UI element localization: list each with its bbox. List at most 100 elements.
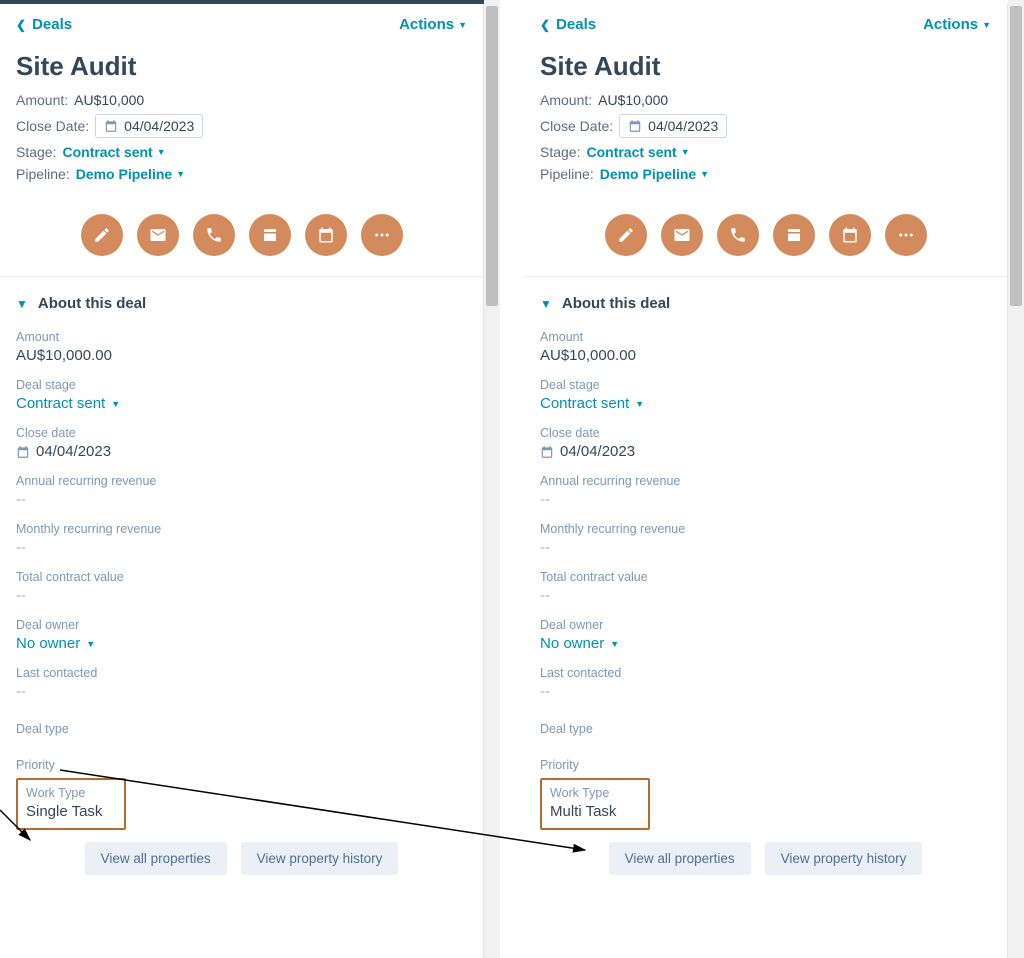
pipeline-dropdown[interactable]: Demo Pipeline ▼ bbox=[600, 166, 709, 182]
scroll-up-icon[interactable]: ▲ bbox=[1008, 0, 1024, 4]
amount-value: AU$10,000 bbox=[74, 92, 144, 108]
prop-amount-label: Amount bbox=[16, 330, 467, 344]
close-date-input[interactable]: 04/04/2023 bbox=[619, 114, 727, 138]
prop-amount-value[interactable]: AU$10,000.00 bbox=[540, 347, 991, 364]
prop-arr-label: Annual recurring revenue bbox=[16, 474, 467, 488]
view-property-history-button[interactable]: View property history bbox=[765, 842, 923, 875]
call-button[interactable] bbox=[193, 214, 235, 256]
email-button[interactable] bbox=[137, 214, 179, 256]
prop-dealstage-label: Deal stage bbox=[16, 378, 467, 392]
prop-amount-label: Amount bbox=[540, 330, 991, 344]
prop-tcv-label: Total contract value bbox=[540, 570, 991, 584]
prop-arr-label: Annual recurring revenue bbox=[540, 474, 991, 488]
amount-value: AU$10,000 bbox=[598, 92, 668, 108]
deal-title: Site Audit bbox=[16, 51, 467, 82]
view-property-history-button[interactable]: View property history bbox=[241, 842, 399, 875]
section-toggle[interactable]: ▼ bbox=[16, 297, 28, 311]
call-button[interactable] bbox=[717, 214, 759, 256]
task-button[interactable] bbox=[305, 214, 347, 256]
prop-lastcontacted-label: Last contacted bbox=[540, 666, 991, 680]
prop-tcv-value[interactable]: -- bbox=[540, 587, 991, 604]
prop-worktype-value[interactable]: Single Task bbox=[26, 803, 116, 820]
prop-dealstage-dropdown[interactable]: Contract sent▼ bbox=[16, 395, 467, 412]
prop-priority-label: Priority bbox=[16, 758, 467, 772]
prop-dealstage-dropdown[interactable]: Contract sent▼ bbox=[540, 395, 991, 412]
prop-closedate-value[interactable]: 04/04/2023 bbox=[540, 443, 991, 460]
back-label: Deals bbox=[32, 16, 72, 33]
log-button[interactable] bbox=[773, 214, 815, 256]
calendar-icon bbox=[841, 226, 859, 244]
calendar-icon bbox=[317, 226, 335, 244]
email-icon bbox=[673, 226, 691, 244]
prop-tcv-label: Total contract value bbox=[16, 570, 467, 584]
deal-panel-right: ❮ Deals Actions ▼ Site Audit Amount: AU$… bbox=[524, 4, 1008, 958]
view-all-properties-button[interactable]: View all properties bbox=[85, 842, 227, 875]
note-icon bbox=[93, 226, 111, 244]
chevron-left-icon: ❮ bbox=[540, 18, 550, 32]
prop-arr-value[interactable]: -- bbox=[540, 491, 991, 508]
more-button[interactable] bbox=[885, 214, 927, 256]
prop-arr-value[interactable]: -- bbox=[16, 491, 467, 508]
deal-title: Site Audit bbox=[540, 51, 991, 82]
stage-value: Contract sent bbox=[586, 144, 676, 160]
calendar-icon bbox=[104, 119, 118, 133]
prop-owner-dropdown[interactable]: No owner▼ bbox=[16, 635, 467, 652]
calendar-icon bbox=[16, 445, 30, 459]
prop-owner-dropdown[interactable]: No owner▼ bbox=[540, 635, 991, 652]
close-date-input[interactable]: 04/04/2023 bbox=[95, 114, 203, 138]
prop-lastcontacted-value[interactable]: -- bbox=[540, 683, 991, 700]
caret-down-icon: ▼ bbox=[982, 20, 991, 30]
scroll-up-icon[interactable]: ▲ bbox=[484, 0, 500, 4]
window-icon bbox=[785, 226, 803, 244]
stage-dropdown[interactable]: Contract sent ▼ bbox=[62, 144, 165, 160]
view-all-properties-button[interactable]: View all properties bbox=[609, 842, 751, 875]
email-button[interactable] bbox=[661, 214, 703, 256]
back-to-deals-link[interactable]: ❮ Deals bbox=[540, 16, 596, 33]
caret-down-icon: ▼ bbox=[700, 169, 709, 179]
prop-closedate-value[interactable]: 04/04/2023 bbox=[16, 443, 467, 460]
actions-dropdown[interactable]: Actions ▼ bbox=[399, 16, 467, 33]
prop-mrr-label: Monthly recurring revenue bbox=[540, 522, 991, 536]
actions-dropdown[interactable]: Actions ▼ bbox=[923, 16, 991, 33]
prop-mrr-value[interactable]: -- bbox=[16, 539, 467, 556]
calendar-icon bbox=[540, 445, 554, 459]
prop-worktype-value[interactable]: Multi Task bbox=[550, 803, 640, 820]
caret-down-icon: ▼ bbox=[176, 169, 185, 179]
prop-worktype-label: Work Type bbox=[26, 786, 116, 800]
scrollbar-thumb[interactable] bbox=[1010, 6, 1022, 306]
log-button[interactable] bbox=[249, 214, 291, 256]
scrollbar-thumb[interactable] bbox=[486, 6, 498, 306]
quick-action-row bbox=[0, 196, 483, 277]
vertical-scrollbar[interactable]: ▲ bbox=[1008, 4, 1024, 958]
close-date-label: Close Date: bbox=[540, 118, 613, 134]
note-button[interactable] bbox=[81, 214, 123, 256]
note-button[interactable] bbox=[605, 214, 647, 256]
prop-amount-value[interactable]: AU$10,000.00 bbox=[16, 347, 467, 364]
prop-mrr-value[interactable]: -- bbox=[540, 539, 991, 556]
more-button[interactable] bbox=[361, 214, 403, 256]
more-icon bbox=[373, 226, 391, 244]
caret-down-icon: ▼ bbox=[86, 639, 95, 649]
vertical-scrollbar[interactable]: ▲ bbox=[484, 4, 500, 958]
prop-dealtype-label: Deal type bbox=[16, 722, 467, 736]
caret-down-icon: ▼ bbox=[681, 147, 690, 157]
prop-tcv-value[interactable]: -- bbox=[16, 587, 467, 604]
quick-action-row bbox=[524, 196, 1007, 277]
prop-dealstage-label: Deal stage bbox=[540, 378, 991, 392]
back-to-deals-link[interactable]: ❮ Deals bbox=[16, 16, 72, 33]
calendar-icon bbox=[628, 119, 642, 133]
caret-down-icon: ▼ bbox=[458, 20, 467, 30]
pipeline-value: Demo Pipeline bbox=[76, 166, 172, 182]
chevron-left-icon: ❮ bbox=[16, 18, 26, 32]
stage-dropdown[interactable]: Contract sent ▼ bbox=[586, 144, 689, 160]
close-date-value: 04/04/2023 bbox=[124, 118, 194, 134]
task-button[interactable] bbox=[829, 214, 871, 256]
pipeline-dropdown[interactable]: Demo Pipeline ▼ bbox=[76, 166, 185, 182]
pipeline-value: Demo Pipeline bbox=[600, 166, 696, 182]
prop-closedate-label: Close date bbox=[540, 426, 991, 440]
phone-icon bbox=[205, 226, 223, 244]
actions-label: Actions bbox=[923, 16, 978, 33]
prop-lastcontacted-value[interactable]: -- bbox=[16, 683, 467, 700]
stage-label: Stage: bbox=[16, 144, 56, 160]
section-toggle[interactable]: ▼ bbox=[540, 297, 552, 311]
